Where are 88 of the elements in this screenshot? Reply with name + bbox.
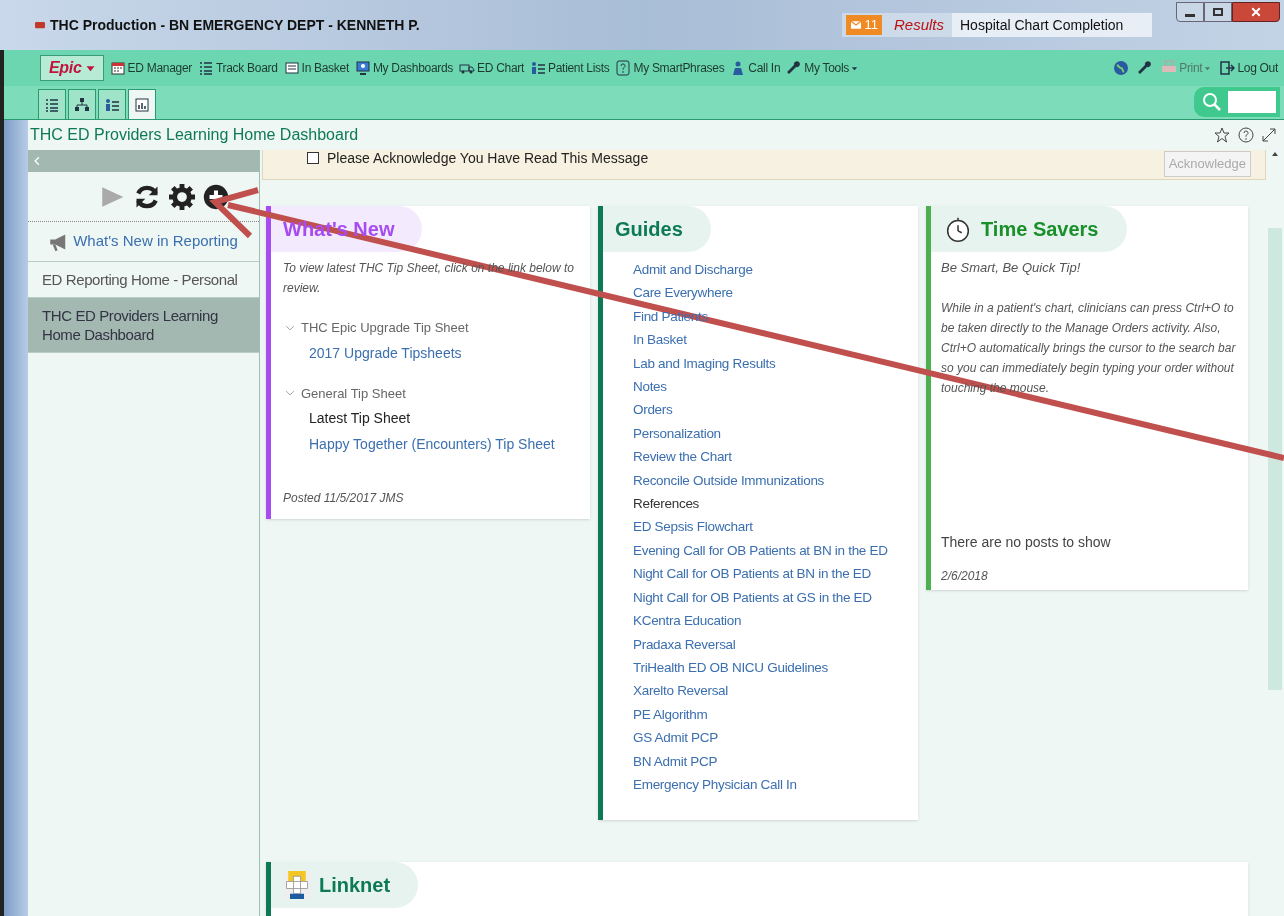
close-button[interactable] — [1232, 2, 1280, 22]
posted-date: 2/6/2018 — [940, 567, 989, 585]
checkbox-label: Please Acknowledge You Have Read This Message — [327, 150, 649, 168]
guide-link[interactable]: KCentra Education — [633, 609, 918, 633]
guide-link[interactable]: Review the Chart — [633, 445, 918, 469]
search-icon — [1202, 92, 1222, 112]
maximize-button[interactable] — [1204, 2, 1232, 22]
section-title[interactable]: General Tip Sheet — [301, 383, 406, 403]
exit-icon — [1219, 60, 1236, 76]
checkbox[interactable] — [307, 152, 319, 164]
caret-icon — [85, 63, 95, 73]
whats-new-link[interactable]: What's New in Reporting — [73, 230, 238, 253]
guide-link[interactable]: Night Call for OB Patients at BN in the ED — [633, 562, 918, 586]
guide-link[interactable]: Admit and Discharge — [633, 258, 918, 282]
list-icon — [197, 60, 214, 76]
question-icon — [615, 60, 632, 76]
page-title: THC ED Providers Learning Home Dashboard — [30, 125, 359, 145]
guide-link[interactable]: Xarelto Reversal — [633, 679, 918, 703]
guide-link[interactable]: ED Sepsis Flowchart — [633, 515, 918, 539]
hierarchy-icon — [74, 96, 90, 113]
section-title[interactable]: THC Epic Upgrade Tip Sheet — [301, 318, 469, 338]
guide-link[interactable]: Night Call for OB Patients at GS in the ED — [633, 585, 918, 610]
add-icon[interactable] — [202, 183, 229, 210]
toolbar-button[interactable]: ED Chart — [459, 59, 524, 77]
results-link[interactable]: Results — [893, 13, 944, 37]
dashboard-icon — [134, 96, 150, 113]
view-tab[interactable] — [98, 89, 126, 119]
minimize-button[interactable] — [1176, 2, 1204, 22]
guide-link[interactable]: Pradaxa Reversal — [633, 632, 918, 656]
guide-link[interactable]: Find Patients — [633, 304, 918, 329]
guide-link[interactable]: GS Admit PCP — [633, 726, 918, 750]
view-tab[interactable] — [38, 89, 66, 119]
guide-link[interactable]: TriHealth ED OB NICU Guidelines — [633, 655, 918, 680]
guide-link[interactable]: Lab and Imaging Results — [633, 351, 918, 376]
toolbar-button[interactable]: My SmartPhrases — [615, 59, 725, 77]
people-icon — [104, 96, 120, 113]
help-icon[interactable] — [1238, 127, 1254, 143]
globe-icon[interactable] — [1113, 60, 1130, 76]
people-icon — [530, 60, 546, 76]
guide-link[interactable]: BN Admit PCP — [633, 749, 918, 773]
card-title: Guides — [615, 217, 683, 242]
close-icon — [1251, 7, 1261, 17]
mail-icon — [850, 20, 863, 30]
tip-title: Be Smart, Be Quick Tip! — [940, 259, 1082, 277]
toolbar-button[interactable]: In Basket — [283, 59, 349, 77]
guide-link[interactable]: Personalization — [633, 421, 918, 446]
guide-link[interactable]: Emergency Physician Call In — [633, 772, 918, 797]
calendar-icon — [109, 60, 126, 76]
monitor-icon — [354, 60, 371, 76]
window-title: THC Production - BN EMERGENCY DEPT - KENNETH P. — [50, 15, 420, 35]
card-title: Time Savers — [981, 217, 1099, 242]
toolbar-button[interactable]: Track Board — [197, 59, 278, 77]
link[interactable]: 2017 Upgrade Tipsheets — [271, 341, 590, 364]
view-tab[interactable] — [128, 89, 156, 119]
inbox-label: Hospital Chart Completion — [952, 13, 1152, 37]
toolbar-button[interactable]: My Dashboards — [354, 59, 454, 77]
tray-icon — [283, 60, 300, 76]
guide-link[interactable]: PE Algorithm — [633, 702, 918, 727]
guide-link[interactable]: Care Everywhere — [633, 281, 918, 305]
guide-link[interactable]: Evening Call for OB Patients at BN in the ED — [633, 538, 918, 563]
guide-link[interactable]: In Basket — [633, 328, 918, 352]
guide-link[interactable]: Notes — [633, 375, 918, 399]
search-field[interactable] — [1194, 87, 1280, 117]
toolbar-button[interactable]: My Tools — [786, 59, 858, 77]
link[interactable]: Happy Together (Encounters) Tip Sheet — [271, 433, 590, 455]
view-tab[interactable] — [68, 89, 96, 119]
logout-button[interactable]: Log Out — [1219, 59, 1278, 77]
sidebar-item[interactable]: THC ED Providers Learning Home Dashboard — [28, 298, 259, 353]
cross-logo-icon — [283, 871, 311, 899]
empty-message: There are no posts to show — [940, 532, 1112, 552]
card-title: Linknet — [319, 873, 391, 898]
wrench-icon[interactable] — [1137, 60, 1154, 76]
posted-date: Posted 11/5/2017 JMS — [282, 490, 405, 507]
wrench-icon — [786, 60, 803, 76]
scroll-bar[interactable] — [1268, 150, 1282, 690]
expand-icon[interactable] — [1262, 128, 1276, 142]
star-icon[interactable] — [1214, 127, 1230, 143]
epic-menu-button[interactable]: Epic — [40, 55, 104, 81]
settings-icon[interactable] — [168, 183, 195, 210]
text-label: Latest Tip Sheet — [308, 409, 412, 428]
toolbar-button[interactable]: Patient Lists — [530, 59, 610, 77]
text-label: References — [633, 495, 701, 514]
guide-link[interactable]: Orders — [633, 398, 918, 422]
toolbar-button[interactable]: ED Manager — [109, 59, 192, 77]
toolbar-button[interactable]: Call In — [730, 59, 781, 77]
guide-link[interactable]: Reconcile Outside Immunizations — [633, 468, 918, 493]
epic-logo-icon — [34, 20, 46, 30]
list-icon — [44, 96, 60, 113]
